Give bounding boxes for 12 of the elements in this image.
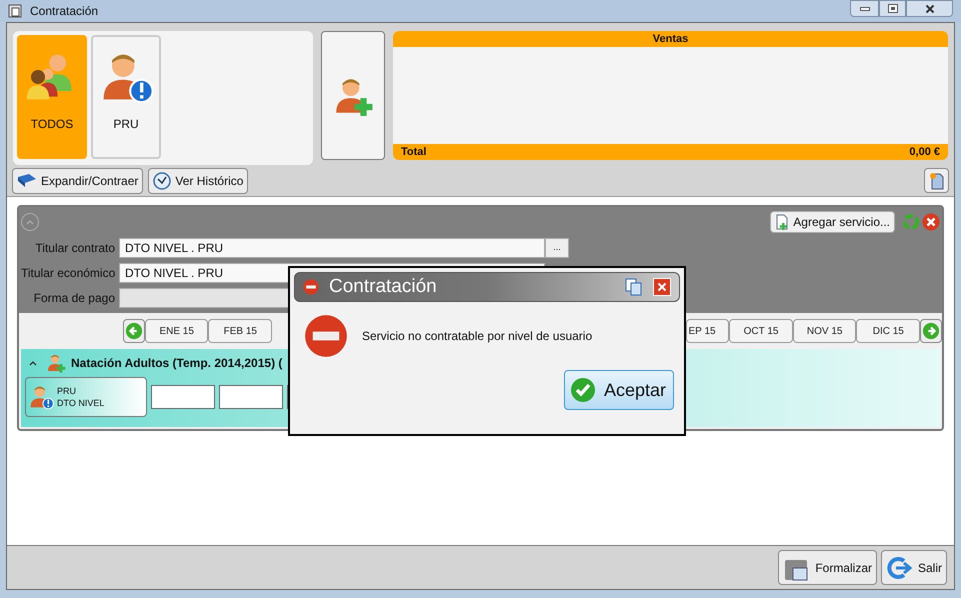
person-name: PRU [57,385,78,397]
dialog-message: Servicio no contratable por nivel de usuario [362,328,592,345]
person-group: DTO NIVEL [57,397,104,409]
field-label: Titular contrato [34,240,116,256]
total-value: 0,00 € [909,145,940,160]
dialog-title: Contratación [329,274,437,299]
window-title: Contratación [30,3,98,20]
total-label: Total [401,145,426,160]
sales-header: Ventas [393,31,948,47]
service-title: Natación Adultos (Temp. 2014,2015) ( [71,355,282,372]
field-label: Titular económico [21,264,116,282]
field-label: Forma de pago [32,290,116,306]
